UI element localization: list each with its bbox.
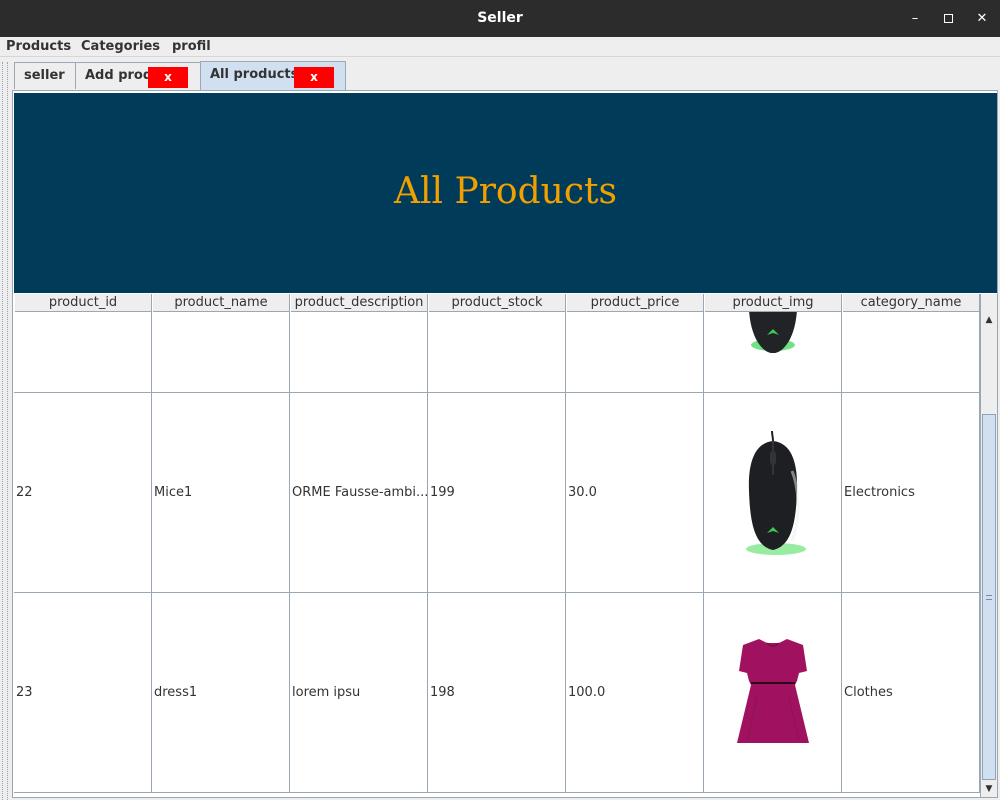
cell-product-price	[566, 312, 704, 392]
cell-product-stock	[428, 312, 566, 392]
scroll-up-arrow-icon[interactable]: ▲	[981, 312, 997, 328]
cell-product-price: 100.0	[566, 593, 704, 792]
table-body: 22 Mice1 ORME Fausse-ambi... 199 30.0 El…	[14, 312, 980, 794]
tab-label: seller	[24, 68, 65, 83]
all-products-panel: All Products product_id product_name pro…	[12, 90, 998, 798]
dress-image	[736, 638, 809, 743]
mouse-image	[745, 430, 806, 555]
column-header-product-description[interactable]: product_description	[290, 294, 428, 312]
table-row[interactable]: 23 dress1 lorem ipsu 198 100.0 Clothes	[14, 593, 980, 793]
cell-category-name: Electronics	[842, 393, 980, 592]
cell-product-img	[704, 393, 842, 592]
cell-product-id	[14, 312, 152, 392]
menubar: Products Categories profil	[0, 37, 1000, 57]
cell-product-description: lorem ipsu	[290, 593, 428, 792]
cell-product-stock: 198	[428, 593, 566, 792]
column-header-category-name[interactable]: category_name	[842, 294, 980, 312]
cell-product-price: 30.0	[566, 393, 704, 592]
tab-all-products[interactable]: All products x	[200, 61, 346, 90]
cell-product-img	[704, 312, 842, 392]
products-table: product_id product_name product_descript…	[14, 294, 997, 797]
minimize-icon[interactable]: –	[904, 7, 926, 29]
tab-add-product[interactable]: Add prod x	[75, 62, 201, 89]
cell-category-name: Clothes	[842, 593, 980, 792]
cell-product-name	[152, 312, 290, 392]
menu-profil[interactable]: profil	[172, 38, 211, 55]
cell-product-stock: 199	[428, 393, 566, 592]
menu-products[interactable]: Products	[6, 38, 71, 55]
table-row[interactable]	[14, 312, 980, 393]
tab-close-button[interactable]: x	[294, 67, 334, 88]
split-pane-divider[interactable]	[2, 62, 8, 800]
column-header-product-price[interactable]: product_price	[566, 294, 704, 312]
cell-product-name: Mice1	[152, 393, 290, 592]
tab-label: Add prod	[85, 68, 153, 83]
tab-close-button[interactable]: x	[148, 67, 188, 88]
cell-product-id: 22	[14, 393, 152, 592]
mouse-image	[748, 312, 797, 353]
page-banner: All Products	[14, 93, 997, 293]
page-title: All Products	[394, 171, 617, 212]
cell-product-img	[704, 593, 842, 792]
cell-product-name: dress1	[152, 593, 290, 792]
column-header-product-name[interactable]: product_name	[152, 294, 290, 312]
tab-seller[interactable]: seller	[14, 62, 76, 89]
table-header: product_id product_name product_descript…	[14, 294, 980, 312]
window-titlebar: Seller – ✕	[0, 0, 1000, 37]
column-header-product-id[interactable]: product_id	[14, 294, 152, 312]
scrollbar-thumb[interactable]	[982, 414, 996, 780]
table-row[interactable]: 22 Mice1 ORME Fausse-ambi... 199 30.0 El…	[14, 393, 980, 593]
menu-categories[interactable]: Categories	[81, 38, 160, 55]
column-header-product-img[interactable]: product_img	[704, 294, 842, 312]
close-icon[interactable]: ✕	[971, 7, 993, 29]
cell-product-id: 23	[14, 593, 152, 792]
scrollbar-grip-icon	[986, 595, 992, 600]
cell-product-description	[290, 312, 428, 392]
window-title: Seller	[477, 10, 523, 26]
scroll-down-arrow-icon[interactable]: ▼	[981, 781, 997, 797]
cell-category-name	[842, 312, 980, 392]
vertical-scrollbar[interactable]: ▲ ▼	[980, 294, 997, 797]
column-header-product-stock[interactable]: product_stock	[428, 294, 566, 312]
cell-product-description: ORME Fausse-ambi...	[290, 393, 428, 592]
tab-label: All products	[210, 67, 299, 82]
main-content: seller Add prod x All products x All Pro…	[0, 58, 1000, 800]
maximize-icon[interactable]	[937, 7, 959, 29]
